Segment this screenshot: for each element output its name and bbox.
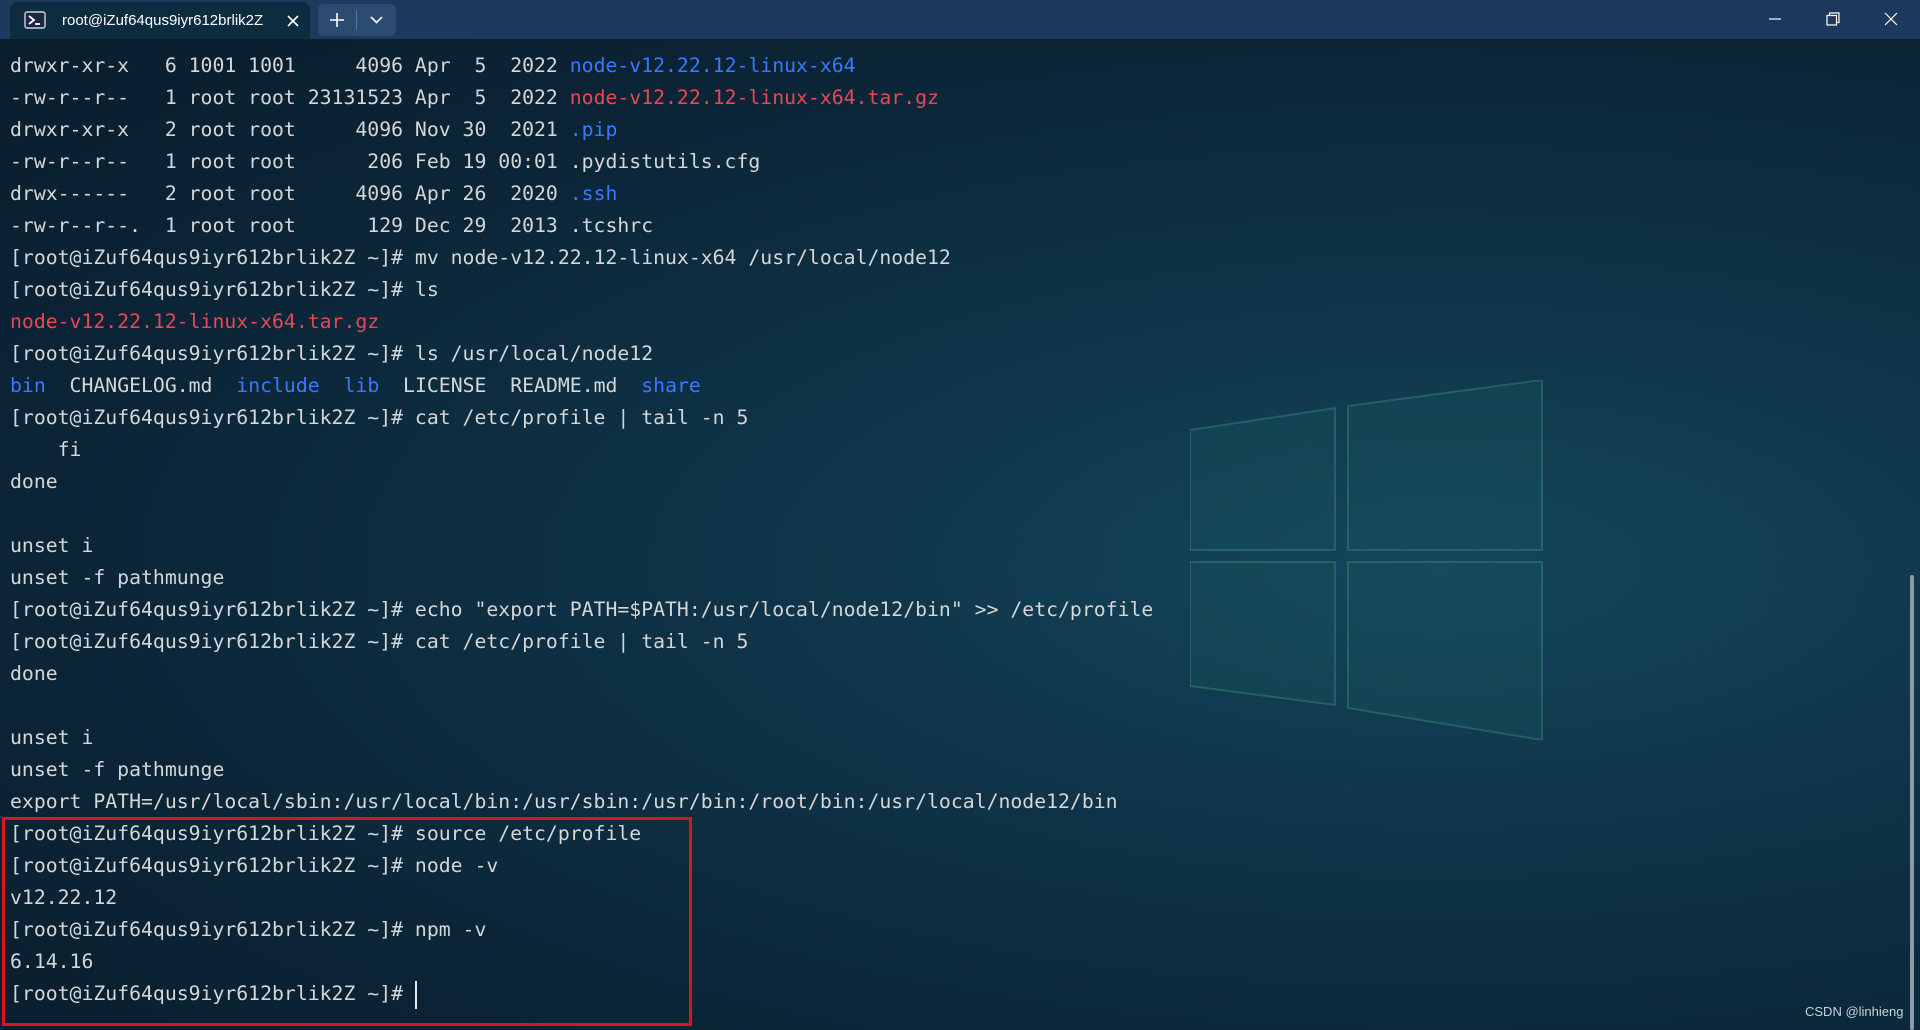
minimize-icon <box>1769 18 1781 20</box>
terminal-text: lib <box>343 374 380 397</box>
terminal-text: CHANGELOG.md <box>45 374 237 397</box>
terminal-line: [root@iZuf64qus9iyr612brlik2Z ~]# cat /e… <box>10 402 748 434</box>
terminal-text: [root@iZuf64qus9iyr612brlik2Z ~]# echo "… <box>10 598 1154 621</box>
terminal-text: LICENSE README.md <box>379 374 642 397</box>
terminal-line: -rw-r--r-- 1 root root 206 Feb 19 00:01 … <box>10 146 760 178</box>
new-tab-button[interactable] <box>318 4 356 36</box>
terminal-text: include <box>236 374 320 397</box>
terminal-text: [root@iZuf64qus9iyr612brlik2Z ~]# mv nod… <box>10 246 951 269</box>
plus-icon <box>330 13 344 27</box>
terminal-text: export PATH=/usr/local/sbin:/usr/local/b… <box>10 790 1118 813</box>
terminal-text: [root@iZuf64qus9iyr612brlik2Z ~]# ls <box>10 278 439 301</box>
terminal-line: fi <box>10 434 82 466</box>
close-tab-icon[interactable] <box>284 12 302 30</box>
tab-title: root@iZuf64qus9iyr612brlik2Z <box>62 12 264 29</box>
chevron-down-icon <box>370 16 383 24</box>
terminal-line: -rw-r--r--. 1 root root 129 Dec 29 2013 … <box>10 210 653 242</box>
terminal-line: done <box>10 658 58 690</box>
terminal-text: -rw-r--r-- 1 root root 23131523 Apr 5 20… <box>10 86 570 109</box>
terminal-line: unset i <box>10 530 93 562</box>
terminal-prompt-icon <box>24 11 46 29</box>
terminal-text: share <box>641 374 701 397</box>
terminal-line: done <box>10 466 58 498</box>
terminal-line: [root@iZuf64qus9iyr612brlik2Z ~]# cat /e… <box>10 626 748 658</box>
terminal-text: unset -f pathmunge <box>10 566 225 589</box>
terminal-line: [root@iZuf64qus9iyr612brlik2Z ~]# ls <box>10 274 439 306</box>
restore-icon <box>1826 12 1840 26</box>
terminal-text: drwxr-xr-x 2 root root 4096 Nov 30 2021 <box>10 118 570 141</box>
terminal-text: node-v12.22.12-linux-x64.tar.gz <box>10 310 380 333</box>
terminal-line: export PATH=/usr/local/sbin:/usr/local/b… <box>10 786 1118 818</box>
terminal-text: -rw-r--r--. 1 root root 129 Dec 29 2013 … <box>10 214 654 237</box>
terminal-line: unset i <box>10 722 93 754</box>
close-icon <box>1884 12 1898 26</box>
close-window-button[interactable] <box>1862 0 1920 39</box>
terminal-line: -rw-r--r-- 1 root root 23131523 Apr 5 20… <box>10 82 939 114</box>
terminal-line: node-v12.22.12-linux-x64.tar.gz <box>10 306 379 338</box>
terminal-text: node-v12.22.12-linux-x64 <box>569 54 856 77</box>
tab-terminal[interactable]: root@iZuf64qus9iyr612brlik2Z <box>10 2 310 39</box>
terminal-line: bin CHANGELOG.md include lib LICENSE REA… <box>10 370 701 402</box>
watermark: CSDN @linhieng <box>1805 1004 1904 1019</box>
terminal-line: [root@iZuf64qus9iyr612brlik2Z ~]# mv nod… <box>10 242 951 274</box>
terminal-text: [root@iZuf64qus9iyr612brlik2Z ~]# cat /e… <box>10 630 749 653</box>
terminal-line: unset -f pathmunge <box>10 754 224 786</box>
terminal-text: [root@iZuf64qus9iyr612brlik2Z ~]# cat /e… <box>10 406 749 429</box>
terminal-text: unset i <box>10 534 94 557</box>
scrollbar[interactable] <box>1910 575 1914 1030</box>
profile-dropdown-button[interactable] <box>357 4 396 36</box>
terminal-text: [root@iZuf64qus9iyr612brlik2Z ~]# ls /us… <box>10 342 654 365</box>
terminal-text: done <box>10 470 58 493</box>
terminal-line: drwxr-xr-x 6 1001 1001 4096 Apr 5 2022 n… <box>10 50 856 82</box>
terminal-text: bin <box>10 374 46 397</box>
terminal-line: [root@iZuf64qus9iyr612brlik2Z ~]# echo "… <box>10 594 1153 626</box>
terminal-text: unset -f pathmunge <box>10 758 225 781</box>
terminal-line: drwxr-xr-x 2 root root 4096 Nov 30 2021 … <box>10 114 617 146</box>
terminal-text: node-v12.22.12-linux-x64.tar.gz <box>569 86 939 109</box>
terminal-text: done <box>10 662 58 685</box>
terminal-line: [root@iZuf64qus9iyr612brlik2Z ~]# ls /us… <box>10 338 653 370</box>
terminal-text: unset i <box>10 726 94 749</box>
highlight-box <box>2 817 692 1026</box>
terminal-text: .ssh <box>569 182 618 205</box>
terminal-window: root@iZuf64qus9iyr612brlik2Z drwxr-xr-x … <box>0 0 1920 1030</box>
title-bar[interactable]: root@iZuf64qus9iyr612brlik2Z <box>0 0 1920 39</box>
terminal-text: drwx------ 2 root root 4096 Apr 26 2020 <box>10 182 570 205</box>
restore-button[interactable] <box>1804 0 1862 39</box>
terminal-text: drwxr-xr-x 6 1001 1001 4096 Apr 5 2022 <box>10 54 570 77</box>
new-tab-group <box>318 4 396 36</box>
terminal-text: .pip <box>569 118 618 141</box>
minimize-button[interactable] <box>1746 0 1804 39</box>
terminal-text: fi <box>10 438 82 461</box>
terminal-line: drwx------ 2 root root 4096 Apr 26 2020 … <box>10 178 617 210</box>
terminal-text: -rw-r--r-- 1 root root 206 Feb 19 00:01 … <box>10 150 761 173</box>
terminal-line: unset -f pathmunge <box>10 562 224 594</box>
